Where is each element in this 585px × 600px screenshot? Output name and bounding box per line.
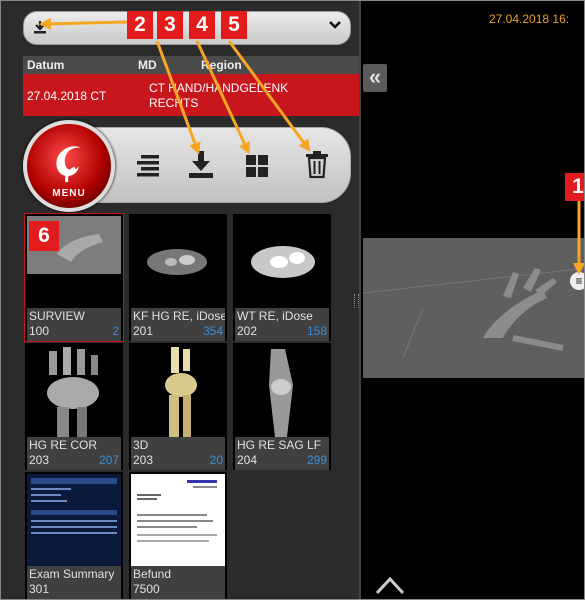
thumbnail-image bbox=[131, 216, 225, 308]
callout-badge: 6 bbox=[29, 221, 59, 251]
series-number: 201 bbox=[133, 324, 154, 338]
callout-badge: 4 bbox=[189, 11, 215, 39]
callout-badge: 3 bbox=[157, 11, 183, 39]
viewer-app: Datum MD Region 27.04.2018 CT CT HAND/HA… bbox=[0, 0, 585, 600]
series-thumbnail-hg-re-cor[interactable]: HG RE COR 203 207 bbox=[25, 343, 123, 470]
series-number: 203 bbox=[29, 453, 50, 467]
study-table-header: Datum MD Region bbox=[23, 56, 359, 74]
thumbnail-image bbox=[235, 345, 329, 437]
series-thumbnail-3d[interactable]: 3D 203 20 bbox=[129, 343, 227, 470]
header-region: Region bbox=[201, 58, 242, 72]
series-name: HG RE COR bbox=[29, 438, 98, 452]
study-date-modality: 27.04.2018 CT bbox=[27, 89, 107, 103]
series-name: 3D bbox=[133, 438, 149, 452]
callout-badge: 1 bbox=[565, 173, 584, 201]
trash-icon[interactable] bbox=[303, 149, 331, 179]
callout-badge: 2 bbox=[127, 11, 153, 39]
collapse-panel-button[interactable]: « bbox=[363, 64, 387, 92]
series-number: 301 bbox=[29, 582, 50, 596]
viewer-date: 27.04.2018 16: bbox=[489, 12, 570, 26]
series-number: 100 bbox=[29, 324, 50, 338]
series-name: WT RE, iDose bbox=[237, 309, 313, 323]
study-row[interactable]: 27.04.2018 CT CT HAND/HANDGELENK RECHTS bbox=[23, 74, 359, 116]
xray-image bbox=[363, 238, 584, 378]
study-region-line1: CT HAND/HANDGELENK bbox=[149, 81, 289, 95]
image-viewer[interactable]: 27.04.2018 16: « ≡ bbox=[359, 1, 584, 599]
series-name: Exam Summary bbox=[29, 567, 115, 581]
header-md: MD bbox=[138, 58, 157, 72]
menu-label: MENU bbox=[52, 188, 86, 199]
series-number: 7500 bbox=[133, 582, 160, 596]
series-count: 299 bbox=[306, 453, 327, 467]
series-number: 203 bbox=[133, 453, 154, 467]
series-thumbnail-wt[interactable]: WT RE, iDose 202 158 bbox=[233, 214, 331, 341]
series-count: 354 bbox=[202, 324, 223, 338]
series-count: 158 bbox=[306, 324, 327, 338]
series-thumbnail-exam-summary[interactable]: Exam Summary 301 bbox=[25, 472, 123, 599]
series-thumbnail-befund[interactable]: Befund 7500 bbox=[129, 472, 227, 599]
list-icon[interactable] bbox=[133, 149, 161, 179]
series-thumbnail-kf[interactable]: KF HG RE, iDose 201 354 bbox=[129, 214, 227, 341]
thumbnail-image bbox=[27, 345, 121, 437]
series-name: HG RE SAG LF bbox=[237, 438, 322, 452]
study-panel: Datum MD Region 27.04.2018 CT CT HAND/HA… bbox=[1, 1, 359, 599]
series-count: 2 bbox=[112, 324, 119, 338]
thumbnail-image bbox=[235, 216, 329, 308]
series-name: SURVIEW bbox=[29, 309, 85, 323]
menu-button[interactable]: MENU bbox=[23, 120, 115, 212]
series-count: 20 bbox=[209, 453, 223, 467]
series-number: 204 bbox=[237, 453, 258, 467]
download-icon[interactable] bbox=[187, 149, 215, 179]
header-datum: Datum bbox=[27, 58, 65, 72]
series-name: Befund bbox=[133, 567, 172, 581]
series-name: KF HG RE, iDose bbox=[133, 309, 225, 323]
series-thumbnail-hg-re-sag[interactable]: HG RE SAG LF 204 299 bbox=[233, 343, 331, 470]
grid-icon[interactable] bbox=[243, 149, 271, 179]
download-icon[interactable] bbox=[32, 19, 48, 40]
series-count: 207 bbox=[98, 453, 119, 467]
thumbnail-image bbox=[27, 474, 121, 566]
logo-icon bbox=[56, 146, 81, 183]
thumbnail-image bbox=[131, 345, 225, 437]
callout-badge: 5 bbox=[221, 11, 247, 39]
thumbnail-image bbox=[131, 474, 225, 566]
study-region-line2: RECHTS bbox=[149, 96, 199, 110]
series-number: 202 bbox=[237, 324, 258, 338]
study-dropdown[interactable] bbox=[23, 11, 351, 45]
chevron-down-icon[interactable] bbox=[328, 18, 342, 35]
scroll-up-icon[interactable] bbox=[375, 573, 405, 595]
series-menu-icon[interactable]: ≡ bbox=[570, 272, 584, 290]
